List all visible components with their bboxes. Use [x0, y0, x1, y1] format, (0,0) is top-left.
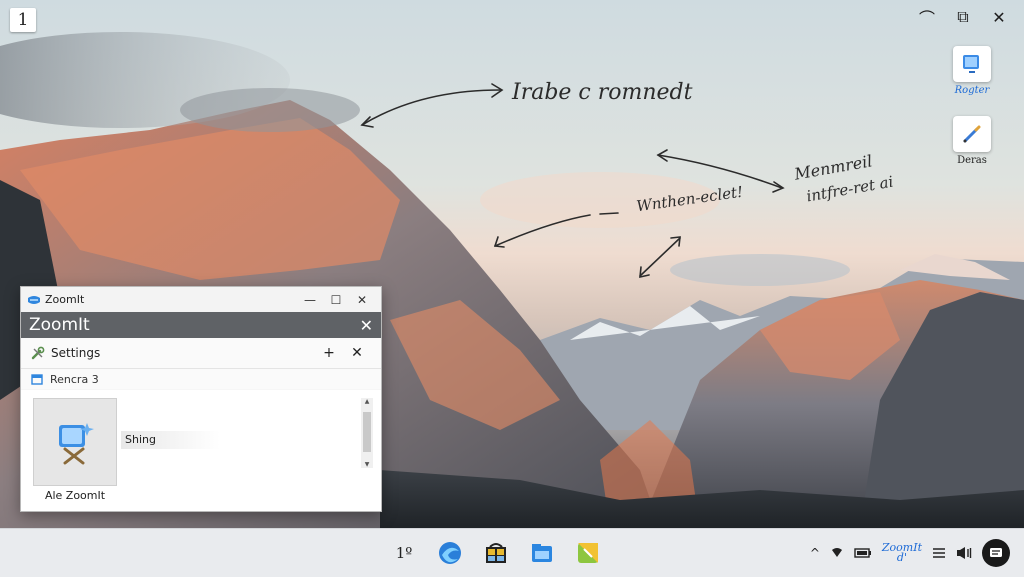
window-title: ZoomIt	[45, 293, 85, 306]
taskbar-apps: 1º	[388, 537, 604, 569]
taskbar-app-files[interactable]	[526, 537, 558, 569]
wifi-icon[interactable]	[830, 544, 844, 563]
window-icon	[31, 373, 43, 385]
tray-zoomit-sub: d'	[896, 551, 907, 564]
annotation-text: Irabe c romnedt	[512, 80, 693, 105]
pen-icon	[953, 116, 991, 152]
browser-icon	[439, 542, 461, 564]
taskbar-app-maps[interactable]	[572, 537, 604, 569]
desktop: 1 ⌒ ⧉ ✕ Rogter Deras Irabe c romnedt Wnt…	[0, 0, 1024, 528]
add-button[interactable]: +	[315, 345, 343, 361]
zoomit-header-title: ZoomIt	[29, 315, 90, 335]
desktop-icon-rogter[interactable]: Rogter	[942, 46, 1002, 96]
volume-icon[interactable]	[956, 544, 972, 563]
window-controls: ⌒ ⧉ ✕	[916, 6, 1010, 28]
chat-icon	[990, 548, 1002, 557]
corner-note-icon[interactable]: 1	[10, 8, 36, 32]
scrollbar[interactable]: ▲ ▼	[361, 398, 373, 468]
first-app-label: 1º	[395, 544, 413, 562]
text-field[interactable]: Shing	[121, 431, 245, 449]
settings-label[interactable]: Settings	[51, 346, 315, 360]
notification-button[interactable]	[982, 539, 1010, 567]
taskbar-app-store[interactable]	[480, 537, 512, 569]
list-item[interactable]: Rencra 3	[21, 369, 381, 389]
zoomit-window: ZoomIt — ☐ ✕ ZoomIt ✕ Settings + ✕ Rencr…	[20, 286, 382, 512]
tray-zoomit[interactable]: ZoomIt d'	[882, 542, 922, 564]
taskbar: 1º ^ ZoomIt d'	[0, 528, 1024, 577]
maximize-button[interactable]: ⧉	[952, 6, 974, 28]
monitor-icon	[953, 46, 991, 82]
folder-icon	[532, 544, 552, 562]
close-button[interactable]: ✕	[988, 6, 1010, 28]
settings-bar: Settings + ✕	[21, 338, 381, 369]
zoomit-maximize-button[interactable]: ☐	[323, 293, 349, 307]
taskbar-app-browser[interactable]	[434, 537, 466, 569]
zoomit-content: Ale ZoomIt Shing ▲ ▼	[21, 390, 381, 511]
desktop-icon-label: Rogter	[954, 85, 990, 96]
taskbar-app-first[interactable]: 1º	[388, 537, 420, 569]
zoomit-close-button[interactable]: ✕	[349, 293, 375, 307]
zoomit-tool-tile[interactable]	[33, 398, 117, 486]
list-item-label: Rencra 3	[50, 372, 99, 386]
zoomit-logo-icon	[28, 295, 40, 304]
scroll-thumb[interactable]	[363, 412, 371, 452]
maps-icon	[578, 543, 598, 563]
zoomit-header: ZoomIt ✕	[21, 312, 381, 338]
battery-icon[interactable]	[854, 544, 872, 563]
zoomit-tool-icon	[59, 423, 94, 465]
desktop-icon-deras[interactable]: Deras	[942, 116, 1002, 166]
scroll-up-icon[interactable]: ▲	[361, 398, 373, 405]
system-tray: ^ ZoomIt d'	[810, 537, 1010, 569]
store-icon	[486, 543, 506, 563]
zoomit-titlebar[interactable]: ZoomIt — ☐ ✕	[21, 287, 381, 312]
wrench-icon	[31, 346, 45, 360]
scroll-down-icon[interactable]: ▼	[361, 461, 373, 468]
zoomit-minimize-button[interactable]: —	[297, 293, 323, 307]
minimize-button[interactable]: ⌒	[916, 6, 938, 28]
tool-label: Ale ZoomIt	[44, 489, 106, 502]
header-close-button[interactable]: ✕	[360, 316, 373, 335]
desktop-icon-label: Deras	[957, 155, 987, 166]
tray-chevron-icon[interactable]: ^	[810, 546, 820, 560]
settings-close-button[interactable]: ✕	[343, 345, 371, 361]
menu-icon[interactable]	[932, 544, 946, 563]
